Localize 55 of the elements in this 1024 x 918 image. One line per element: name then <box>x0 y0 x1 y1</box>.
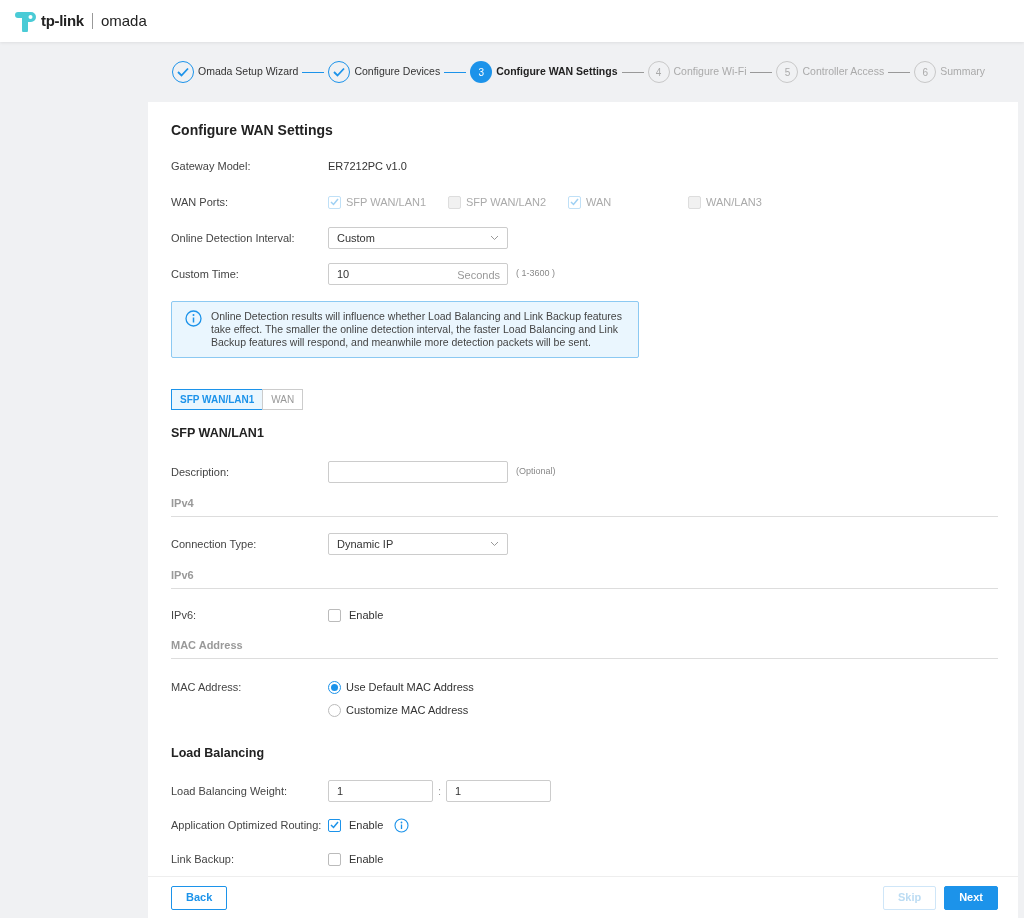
field-label: Custom Time: <box>171 266 240 282</box>
check-icon <box>333 67 346 77</box>
field-value: ER7212PC v1.0 <box>328 158 407 174</box>
product-logo-text: omada <box>100 10 147 31</box>
subsection-heading: IPv6 <box>171 567 194 583</box>
section-heading: SFP WAN/LAN1 <box>171 426 264 440</box>
checkbox[interactable] <box>328 608 341 622</box>
check-icon <box>177 67 189 77</box>
logo-icon <box>15 10 37 32</box>
hint-text: (Optional) <box>516 465 556 479</box>
radio-label: Use Default MAC Address <box>346 680 474 696</box>
info-icon <box>185 310 202 327</box>
chevron-down-icon <box>490 541 499 547</box>
field-label: Gateway Model: <box>171 158 252 174</box>
checkbox-label: Enable <box>349 817 384 833</box>
subsection-heading: IPv4 <box>171 495 194 511</box>
field-label: WAN Ports: <box>171 194 230 210</box>
step-label: Summary <box>940 64 986 80</box>
step-label: Controller Access <box>802 64 885 80</box>
checkbox-label: Enable <box>349 851 384 867</box>
field-label: Online Detection Interval: <box>171 230 296 246</box>
field-label: Description: <box>171 464 231 480</box>
checkbox-label: SFP WAN/LAN2 <box>466 194 547 210</box>
dropdown[interactable]: Dynamic IP <box>328 533 508 555</box>
checkbox-label: WAN <box>586 194 612 210</box>
field-label: Link Backup: <box>171 851 235 867</box>
checkbox[interactable] <box>328 818 341 832</box>
step-label: Configure Wi-Fi <box>673 64 747 80</box>
checkbox[interactable] <box>328 852 341 866</box>
input-field[interactable] <box>328 461 508 483</box>
field-label: IPv6: <box>171 607 198 623</box>
subsection-heading: MAC Address <box>171 637 243 653</box>
brand-logo-text: tp-link <box>41 10 84 31</box>
field-label: Connection Type: <box>171 536 258 552</box>
input-field[interactable]: 1 <box>446 780 552 802</box>
page-title: Configure WAN Settings <box>171 121 334 140</box>
dropdown[interactable]: Custom <box>328 227 508 249</box>
step-label[interactable]: Configure Devices <box>354 64 441 80</box>
section-heading: Load Balancing <box>171 746 265 760</box>
field-label: MAC Address: <box>171 680 243 695</box>
field-label: Application Optimized Routing: <box>171 817 323 833</box>
unit-label: Seconds <box>457 268 500 283</box>
radio-label: Customize MAC Address <box>346 703 469 719</box>
chevron-down-icon <box>490 235 499 241</box>
checkbox-label: SFP WAN/LAN1 <box>346 194 427 210</box>
input-field[interactable]: 1 <box>328 780 433 802</box>
step-circle: 3 <box>470 61 493 83</box>
hint-text: ( 1-3600 ) <box>516 267 556 281</box>
checkbox-label: WAN/LAN3 <box>706 194 762 210</box>
step-label: Configure WAN Settings <box>496 64 618 80</box>
alert-text: Online Detection results will influence whether Load Balancing and Link Backup features take effect. The smaller the online detection interval, the faster Load Balancing and Link Backup features will respond, and meanwhile more detection packets will be sent. <box>211 310 623 349</box>
field-label: Load Balancing Weight: <box>171 783 288 799</box>
checkbox-label: Enable <box>349 607 384 623</box>
separator-text: : <box>438 783 442 799</box>
step-label[interactable]: Omada Setup Wizard <box>198 64 299 80</box>
